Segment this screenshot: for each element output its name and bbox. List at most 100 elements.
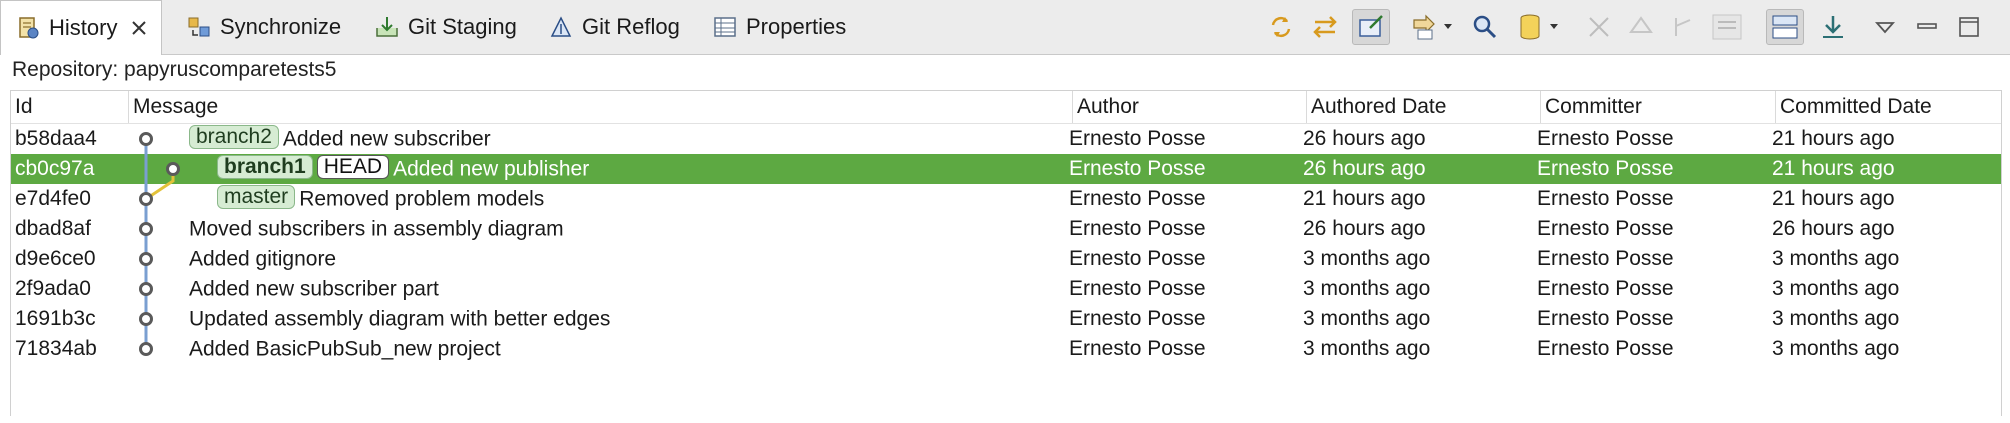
table-header: Id Message Author Authored Date Committe… (11, 91, 2001, 124)
cell-id: 71834ab (15, 337, 97, 360)
cell-committed: 3 months ago (1772, 277, 1900, 300)
table-row[interactable]: cb0c97a Ernesto Posse 26 hours ago Ernesto … (11, 154, 2001, 184)
refresh-icon[interactable] (1266, 12, 1296, 42)
column-header-committer[interactable]: Committer (1541, 91, 1776, 123)
view-menu-icon[interactable] (1870, 12, 1900, 42)
cell-committed: 21 hours ago (1772, 187, 1895, 210)
tab-git-reflog[interactable]: Git Reflog (548, 0, 680, 54)
table-row[interactable]: 1691b3c Ernesto Posse 3 months ago Ernesto … (11, 304, 2001, 334)
maximize-icon[interactable] (1954, 12, 1984, 42)
properties-icon (714, 17, 736, 37)
table-row[interactable]: dbad8af Ernesto Posse 26 hours ago Ernesto … (11, 214, 2001, 244)
tab-label: Git Reflog (582, 14, 680, 39)
cell-authored: 26 hours ago (1303, 127, 1426, 150)
git-staging-icon (376, 17, 398, 37)
cell-authored: 26 hours ago (1303, 157, 1426, 180)
tab-git-staging[interactable]: Git Staging (374, 0, 517, 54)
head-label[interactable]: HEAD (316, 155, 390, 180)
cell-message: Updated assembly diagram with better edg… (189, 304, 610, 334)
tab-label: Git Staging (408, 14, 517, 39)
link-selection-button[interactable] (1352, 9, 1390, 45)
synchronize-icon (188, 17, 210, 37)
cell-author: Ernesto Posse (1069, 157, 1206, 180)
cell-committed: 3 months ago (1772, 307, 1900, 330)
cell-id: d9e6ce0 (15, 247, 96, 270)
cell-id: b58daa4 (15, 127, 97, 150)
cell-committer: Ernesto Posse (1537, 247, 1674, 270)
cell-author: Ernesto Posse (1069, 247, 1206, 270)
cell-id: 2f9ada0 (15, 277, 91, 300)
cell-message: branch2 Added new subscriber (189, 124, 491, 154)
tab-synchronize[interactable]: Synchronize (186, 0, 341, 54)
filter-resource-icon[interactable] (1516, 12, 1564, 42)
cell-author: Ernesto Posse (1069, 337, 1206, 360)
column-header-author[interactable]: Author (1073, 91, 1307, 123)
branch-label[interactable]: branch2 (189, 125, 279, 150)
table-row[interactable]: e7d4fe0 Ernesto Posse 21 hours ago Ernesto … (11, 184, 2001, 214)
cell-committed: 3 months ago (1772, 337, 1900, 360)
column-header-id[interactable]: Id (11, 91, 129, 123)
cell-author: Ernesto Posse (1069, 187, 1206, 210)
compare-mode-icon[interactable] (1310, 12, 1340, 42)
cell-id: e7d4fe0 (15, 187, 91, 210)
column-header-committed-date[interactable]: Committed Date (1776, 91, 2010, 123)
commit-message-text: Added new publisher (393, 157, 590, 181)
cell-authored: 3 months ago (1303, 247, 1431, 270)
tab-properties[interactable]: Properties (712, 0, 846, 54)
layout-toggle-button[interactable] (1766, 9, 1804, 45)
show-all-branches-icon[interactable] (1410, 12, 1458, 42)
cell-committed: 26 hours ago (1772, 217, 1895, 240)
cell-committer: Ernesto Posse (1537, 307, 1674, 330)
commit-message-text: Added BasicPubSub_new project (189, 337, 501, 361)
table-row[interactable]: 71834ab Ernesto Posse 3 months ago Ernesto … (11, 334, 2001, 364)
repository-label: Repository: papyruscomparetests5 (12, 58, 337, 81)
tab-label: Synchronize (220, 14, 342, 39)
cell-committed: 21 hours ago (1772, 127, 1895, 150)
collapse-icon[interactable] (1818, 12, 1848, 42)
reset-disabled-icon (1712, 14, 1742, 40)
cell-author: Ernesto Posse (1069, 127, 1206, 150)
commit-history-table[interactable]: Id Message Author Authored Date Committe… (10, 90, 2002, 416)
cell-id: 1691b3c (15, 307, 96, 330)
view-tab-bar: History Synchronize Git Staging Git Refl… (0, 0, 2010, 55)
tab-history[interactable]: History (0, 0, 163, 55)
table-row[interactable]: d9e6ce0 Ernesto Posse 3 months ago Ernesto … (11, 244, 2001, 274)
checkout-disabled-icon (1629, 16, 1653, 33)
cell-id: dbad8af (15, 217, 91, 240)
cell-committed: 21 hours ago (1772, 157, 1895, 180)
commit-message-text: Moved subscribers in assembly diagram (189, 217, 564, 241)
cell-authored: 3 months ago (1303, 337, 1431, 360)
link-selection-icon (1359, 15, 1383, 37)
cell-committer: Ernesto Posse (1537, 187, 1674, 210)
cell-authored: 3 months ago (1303, 277, 1431, 300)
cell-committer: Ernesto Posse (1537, 127, 1674, 150)
minimize-icon[interactable] (1912, 12, 1942, 42)
commit-message-text: Added gitignore (189, 247, 337, 271)
tab-label: Properties (746, 14, 847, 39)
cell-message: Added new subscriber part (189, 274, 439, 304)
column-header-authored-date[interactable]: Authored Date (1307, 91, 1541, 123)
cell-committer: Ernesto Posse (1537, 157, 1674, 180)
cell-committer: Ernesto Posse (1537, 337, 1674, 360)
commit-message-text: Added new subscriber part (189, 277, 439, 301)
cell-message: Moved subscribers in assembly diagram (189, 214, 564, 244)
close-icon[interactable] (129, 18, 149, 38)
search-icon[interactable] (1470, 12, 1500, 42)
cell-id: cb0c97a (15, 157, 95, 180)
column-header-message[interactable]: Message (129, 91, 1073, 123)
cell-committer: Ernesto Posse (1537, 277, 1674, 300)
table-row[interactable]: b58daa4 Ernesto Posse 26 hours ago Ernesto … (11, 124, 2001, 154)
branch-label[interactable]: branch1 (217, 155, 313, 180)
history-icon (19, 17, 39, 39)
cell-message: master Removed problem models (217, 184, 544, 214)
layout-icon (1772, 15, 1798, 39)
commit-message-text: Removed problem models (299, 187, 545, 211)
branch-label[interactable]: master (217, 185, 296, 210)
cell-author: Ernesto Posse (1069, 217, 1206, 240)
cell-message: branch1 HEAD Added new publisher (217, 154, 589, 184)
cell-committer: Ernesto Posse (1537, 217, 1674, 240)
cell-author: Ernesto Posse (1069, 277, 1206, 300)
tab-label: History (49, 15, 118, 40)
table-row[interactable]: 2f9ada0 Ernesto Posse 3 months ago Ernesto … (11, 274, 2001, 304)
cell-message: Added BasicPubSub_new project (189, 334, 501, 364)
